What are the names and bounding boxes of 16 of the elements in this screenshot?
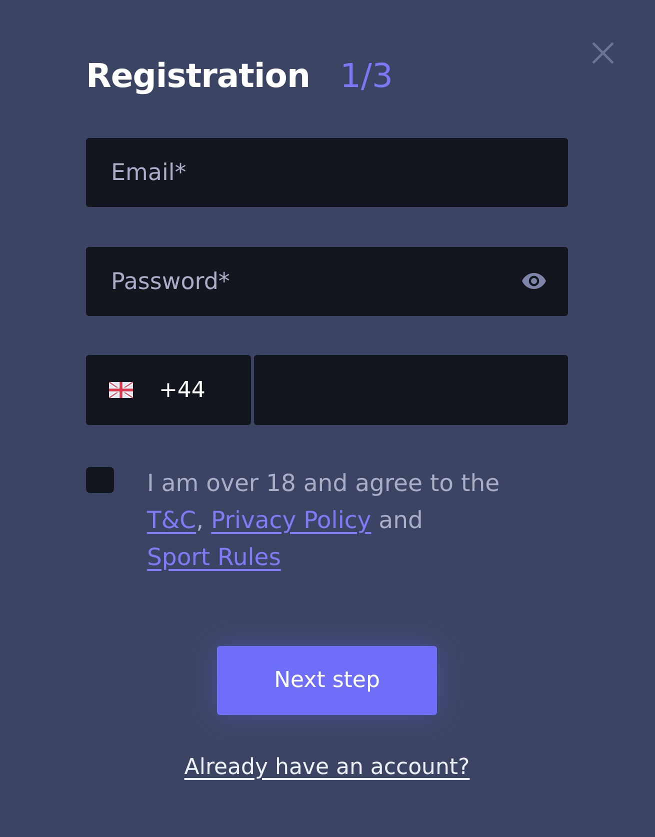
country-code-select[interactable]: +44	[86, 355, 251, 425]
eye-icon[interactable]	[522, 273, 546, 289]
agreement-text: I am over 18 and agree to the T&C, Privacy Policy and Sport Rules	[147, 468, 501, 573]
agreement-link[interactable]: Sport Rules	[147, 543, 281, 571]
agree-checkbox[interactable]	[86, 467, 114, 493]
agreement-link[interactable]: T&C	[147, 506, 196, 534]
flag-icon	[109, 382, 133, 398]
next-step-button[interactable]: Next step	[217, 646, 437, 715]
agreement-link[interactable]: Privacy Policy	[211, 506, 372, 534]
phone-number-field[interactable]	[254, 355, 568, 425]
close-icon[interactable]	[592, 42, 614, 64]
email-field[interactable]: Email*	[86, 138, 568, 207]
login-link[interactable]: Already have an account?	[184, 755, 470, 780]
dialog-title: Registration	[86, 56, 310, 95]
password-field[interactable]: Password*	[86, 247, 568, 316]
step-counter: 1/3	[340, 56, 394, 95]
